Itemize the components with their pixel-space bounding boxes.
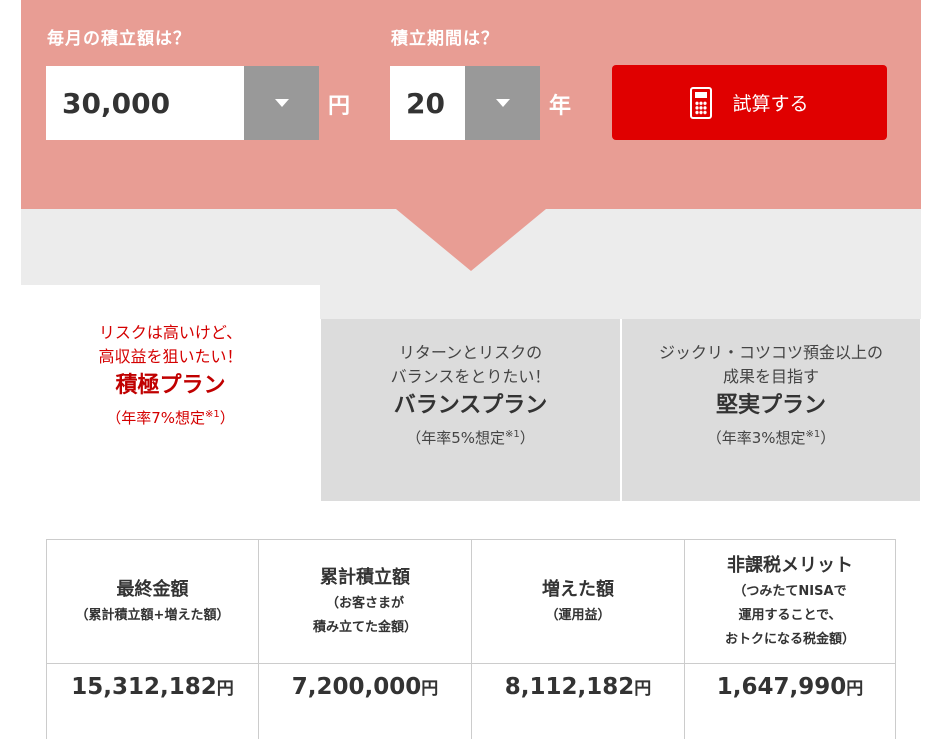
chevron-down-icon bbox=[274, 99, 289, 107]
monthly-amount-dropdown-button[interactable] bbox=[244, 66, 319, 140]
header-total-contribution: 累計積立額 （お客さまが 積み立てた金額） bbox=[259, 540, 472, 664]
calculate-button[interactable]: 試算する bbox=[612, 65, 887, 140]
monthly-amount-value[interactable]: 30,000 bbox=[46, 66, 244, 140]
pointer-arrow bbox=[396, 209, 546, 271]
plan-name: バランスプラン bbox=[393, 393, 548, 418]
results-table: 最終金額 （累計積立額+増えた額） 累計積立額 （お客さまが 積み立てた金額） … bbox=[46, 539, 896, 739]
value-gain: 8,112,182円 bbox=[472, 664, 685, 739]
plan-desc-line1: リターンとリスクの bbox=[398, 343, 543, 362]
plan-desc-line1: ジックリ・コツコツ預金以上の bbox=[658, 343, 883, 362]
plan-desc-line2: 成果を目指す bbox=[722, 367, 819, 386]
plan-rate: （年率5%想定※1） bbox=[406, 429, 535, 447]
header-gain: 増えた額 （運用益） bbox=[472, 540, 685, 664]
plan-desc-line1: リスクは高いけど、 bbox=[98, 323, 243, 342]
simulation-form-panel: 毎月の積立額は？ 積立期間は？ 30,000 円 20 年 試算する bbox=[21, 0, 921, 209]
calculator-icon bbox=[690, 86, 713, 119]
period-dropdown-button[interactable] bbox=[465, 66, 540, 140]
value-total-contribution: 7,200,000円 bbox=[259, 664, 472, 739]
yen-unit-label: 円 bbox=[328, 94, 351, 119]
value-final-amount: 15,312,182円 bbox=[47, 664, 259, 739]
chevron-down-icon bbox=[495, 99, 510, 107]
monthly-amount-label: 毎月の積立額は？ bbox=[47, 29, 191, 49]
plan-rate: （年率7%想定※1） bbox=[106, 409, 235, 427]
header-final-amount: 最終金額 （累計積立額+増えた額） bbox=[47, 540, 259, 664]
plan-tab-aggressive[interactable]: リスクは高いけど、 高収益を狙いたい！ 積極プラン （年率7%想定※1） bbox=[21, 285, 320, 501]
header-tax-benefit: 非課税メリット （つみたてNISAで 運用することで、 おトクになる税金額） bbox=[685, 540, 896, 664]
period-label: 積立期間は？ bbox=[391, 29, 499, 49]
period-value[interactable]: 20 bbox=[390, 66, 465, 140]
plan-name: 堅実プラン bbox=[715, 393, 826, 418]
plan-desc-line2: バランスをとりたい！ bbox=[390, 367, 551, 386]
calculate-button-label: 試算する bbox=[732, 93, 809, 115]
value-tax-benefit: 1,647,990円 bbox=[685, 664, 896, 739]
plan-tab-balance[interactable]: リターンとリスクの バランスをとりたい！ バランスプラン （年率5%想定※1） bbox=[321, 319, 620, 501]
year-unit-label: 年 bbox=[549, 94, 572, 119]
plan-desc-line2: 高収益を狙いたい！ bbox=[98, 347, 243, 366]
monthly-amount-select[interactable]: 30,000 bbox=[46, 66, 319, 140]
plan-rate: （年率3%想定※1） bbox=[706, 429, 836, 447]
plan-tab-steady[interactable]: ジックリ・コツコツ預金以上の 成果を目指す 堅実プラン （年率3%想定※1） bbox=[622, 319, 920, 501]
plan-name: 積極プラン bbox=[115, 373, 226, 398]
period-select[interactable]: 20 bbox=[390, 66, 540, 140]
